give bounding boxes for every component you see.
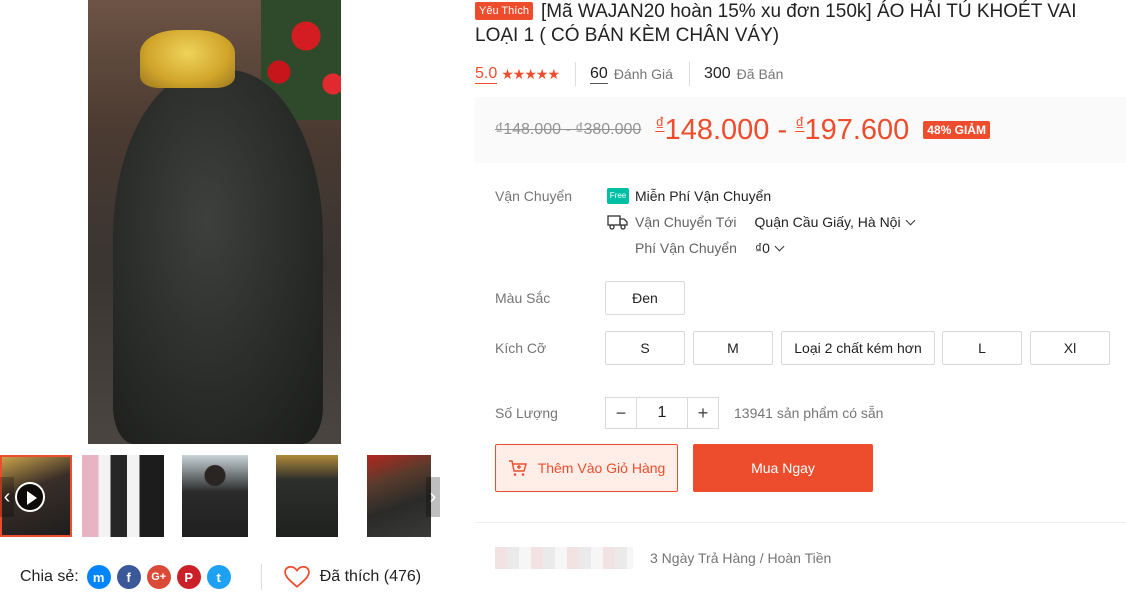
- quantity-decrease-button[interactable]: −: [605, 397, 637, 429]
- rating-row: 5.0 ★★★★★ 60 Đánh Giá 300 Đã Bán: [475, 62, 783, 86]
- size-option-xl[interactable]: Xl: [1030, 331, 1110, 365]
- divider: [575, 62, 577, 86]
- size-option-l[interactable]: L: [942, 331, 1022, 365]
- thumbnail-4[interactable]: [276, 455, 338, 537]
- rating-value[interactable]: 5.0: [475, 65, 498, 84]
- heart-icon[interactable]: [283, 565, 310, 589]
- thumbnail-5[interactable]: [367, 455, 431, 537]
- price-separator: -: [777, 113, 788, 146]
- shipping-fee-label: Phí Vận Chuyển: [635, 240, 737, 256]
- product-title-text: [Mã WAJAN20 hoàn 15% xu đơn 150k] ÁO HẢI…: [475, 1, 1077, 46]
- like-count[interactable]: Đã thích (476): [320, 568, 421, 586]
- share-bar: Chia sẻ: m f G+ P t Đã thích (476): [0, 560, 440, 594]
- quantity-increase-button[interactable]: +: [687, 397, 719, 429]
- twitter-icon[interactable]: t: [206, 565, 231, 589]
- thumbnail-photo: [276, 455, 338, 537]
- share-label: Chia sẻ:: [20, 568, 79, 585]
- shipping-label: Vận Chuyển: [495, 188, 573, 204]
- size-option-type2[interactable]: Loại 2 chất kém hơn: [781, 331, 935, 365]
- shipping-fee-value[interactable]: ₫0: [755, 240, 770, 256]
- price-min: 148.000: [664, 113, 770, 146]
- thumbnail-next-button[interactable]: ›: [426, 477, 440, 517]
- cart-plus-icon: [508, 460, 527, 476]
- thumbnail-2[interactable]: [82, 455, 164, 537]
- free-shipping-text: Miễn Phí Vận Chuyển: [635, 188, 772, 204]
- ship-to-value[interactable]: Quận Cầu Giấy, Hà Nội: [755, 214, 901, 230]
- shipping-fee-line: Phí Vận Chuyển ₫0: [635, 240, 785, 256]
- free-shipping-icon: Free: [607, 188, 629, 204]
- original-price: ₫148.000 - ₫380.000: [495, 121, 642, 138]
- ship-to-line: Vận Chuyển Tới Quận Cầu Giấy, Hà Nội: [607, 214, 916, 230]
- dress-shape: [113, 70, 323, 444]
- main-product-image[interactable]: [0, 0, 440, 444]
- price-max: 197.600: [804, 113, 910, 146]
- divider: [688, 62, 690, 86]
- sold-count: 300: [703, 65, 731, 82]
- facebook-icon[interactable]: f: [116, 565, 141, 589]
- ship-to-label: Vận Chuyển Tới: [635, 214, 737, 230]
- product-title: Yêu Thích [Mã WAJAN20 hoàn 15% xu đơn 150…: [475, 0, 1115, 48]
- size-option-m[interactable]: M: [693, 331, 773, 365]
- share-divider: [260, 564, 262, 590]
- chevron-down-icon[interactable]: [774, 241, 785, 251]
- size-option-s[interactable]: S: [605, 331, 685, 365]
- favorite-badge: Yêu Thích: [475, 2, 533, 20]
- product-photo: [88, 0, 341, 444]
- price-box: ₫148.000 - ₫380.000 ₫148.000 - ₫197.600 …: [475, 97, 1126, 163]
- hanger-shape: [140, 30, 235, 88]
- play-icon[interactable]: [15, 482, 45, 512]
- reviews-label: Đánh Giá: [613, 66, 673, 82]
- quantity-label: Số Lượng: [495, 405, 558, 421]
- messenger-icon[interactable]: m: [86, 565, 111, 589]
- product-gallery: ‹ › Chia sẻ: m f G+ P t Đã thích (476): [0, 0, 440, 606]
- google-plus-icon[interactable]: G+: [146, 565, 171, 589]
- add-to-cart-label: Thêm Vào Giỏ Hàng: [537, 460, 666, 476]
- quantity-input[interactable]: 1: [637, 397, 687, 429]
- discount-badge: 48% GIẢM: [923, 121, 990, 139]
- thumbnail-strip: ‹ ›: [0, 455, 440, 537]
- quantity-stepper: − 1 +: [605, 397, 719, 429]
- color-label: Màu Sắc: [495, 290, 551, 306]
- blurred-guarantee-badge: [495, 547, 633, 569]
- pinterest-icon[interactable]: P: [176, 565, 201, 589]
- reviews-count[interactable]: 60: [590, 65, 608, 84]
- return-policy-text[interactable]: 3 Ngày Trả Hàng / Hoàn Tiền: [650, 550, 831, 566]
- currency-symbol: ₫: [655, 113, 665, 134]
- color-option-black[interactable]: Đen: [605, 281, 685, 315]
- free-shipping-line: Free Miễn Phí Vận Chuyển: [607, 188, 771, 204]
- stock-available: 13941 sản phẩm có sẵn: [734, 405, 884, 421]
- truck-icon: [607, 215, 628, 230]
- thumbnail-photo: [182, 455, 248, 537]
- add-to-cart-button[interactable]: Thêm Vào Giỏ Hàng: [495, 444, 678, 492]
- divider: [475, 522, 1126, 523]
- size-label: Kích Cỡ: [495, 340, 547, 356]
- thumbnail-3[interactable]: [182, 455, 248, 537]
- thumbnail-photo: [367, 455, 431, 537]
- buy-now-button[interactable]: Mua Ngay: [693, 444, 873, 492]
- sold-label: Đã Bán: [736, 66, 784, 82]
- thumbnail-photo: [82, 455, 164, 537]
- product-info: Yêu Thích [Mã WAJAN20 hoàn 15% xu đơn 150…: [475, 0, 1126, 606]
- star-rating-icon: ★★★★★: [501, 65, 560, 82]
- current-price: ₫148.000 - ₫197.600: [655, 114, 909, 147]
- thumbnail-prev-button[interactable]: ‹: [0, 477, 14, 517]
- chevron-down-icon[interactable]: [905, 215, 916, 225]
